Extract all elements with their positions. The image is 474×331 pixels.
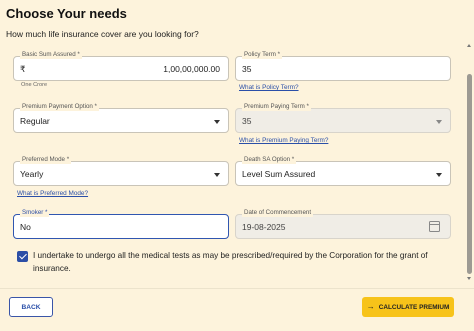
scroll-down-arrow-icon[interactable] bbox=[467, 277, 471, 280]
calculate-premium-button[interactable]: → CALCULATE PREMIUM bbox=[362, 297, 454, 317]
consent-checkbox[interactable] bbox=[17, 251, 28, 262]
arrow-right-icon: → bbox=[366, 302, 375, 311]
date-of-commencement-field: Date of Commencement 19-08-2025 bbox=[235, 209, 451, 239]
consent-text: I undertake to undergo all the medical t… bbox=[33, 251, 428, 273]
smoker-label: Smoker * bbox=[20, 209, 50, 217]
sum-assured-helper-text: One Crore bbox=[21, 82, 48, 88]
preferred-mode-select[interactable]: Preferred Mode * Yearly bbox=[13, 156, 229, 186]
preferred-mode-value: Yearly bbox=[20, 169, 44, 179]
death-sa-option-select[interactable]: Death SA Option * Level Sum Assured bbox=[235, 156, 451, 186]
premium-paying-term-value: 35 bbox=[242, 116, 252, 126]
premium-payment-option-label: Premium Payment Option * bbox=[20, 103, 99, 111]
scrollbar-thumb[interactable] bbox=[467, 74, 472, 274]
smoker-value: No bbox=[20, 222, 31, 232]
preferred-mode-label: Preferred Mode * bbox=[20, 156, 72, 164]
page-subtitle: How much life insurance cover are you lo… bbox=[6, 29, 199, 39]
premium-paying-term-label: Premium Paying Term * bbox=[242, 103, 311, 111]
scroll-up-arrow-icon[interactable] bbox=[467, 44, 471, 47]
chevron-down-icon bbox=[214, 120, 220, 124]
calculate-premium-label: CALCULATE PREMIUM bbox=[378, 303, 450, 311]
death-sa-option-value: Level Sum Assured bbox=[242, 169, 316, 179]
premium-payment-option-select[interactable]: Premium Payment Option * Regular bbox=[13, 103, 229, 133]
premium-paying-term-select: Premium Paying Term * 35 bbox=[235, 103, 451, 133]
calendar-icon[interactable] bbox=[429, 221, 440, 232]
basic-sum-assured-value: 1,00,00,000.00 bbox=[163, 64, 220, 74]
back-button[interactable]: BACK bbox=[9, 297, 53, 317]
premium-payment-option-value: Regular bbox=[20, 116, 50, 126]
back-button-label: BACK bbox=[21, 303, 41, 311]
date-of-commencement-label: Date of Commencement bbox=[242, 209, 314, 217]
basic-sum-assured-field[interactable]: Basic Sum Assured * ₹ 1,00,00,000.00 bbox=[13, 51, 229, 81]
policy-term-field[interactable]: Policy Term * 35 bbox=[235, 51, 451, 81]
footer-action-bar: BACK → CALCULATE PREMIUM bbox=[0, 288, 474, 331]
death-sa-option-label: Death SA Option * bbox=[242, 156, 297, 164]
basic-sum-assured-label: Basic Sum Assured * bbox=[20, 51, 82, 59]
page-title: Choose Your needs bbox=[6, 6, 127, 21]
date-of-commencement-value: 19-08-2025 bbox=[242, 222, 286, 232]
policy-term-label: Policy Term * bbox=[242, 51, 282, 59]
premium-paying-term-help-link[interactable]: What is Premium Paying Term? bbox=[239, 137, 328, 144]
chevron-down-icon bbox=[214, 173, 220, 177]
preferred-mode-help-link[interactable]: What is Preferred Mode? bbox=[17, 190, 88, 197]
rupee-icon: ₹ bbox=[20, 64, 26, 74]
policy-term-value: 35 bbox=[242, 64, 252, 74]
vertical-scrollbar[interactable] bbox=[467, 44, 472, 280]
policy-term-help-link[interactable]: What is Policy Term? bbox=[239, 84, 299, 91]
chevron-down-icon bbox=[436, 173, 442, 177]
chevron-down-icon bbox=[436, 120, 442, 124]
smoker-input[interactable]: Smoker * No bbox=[13, 209, 229, 239]
